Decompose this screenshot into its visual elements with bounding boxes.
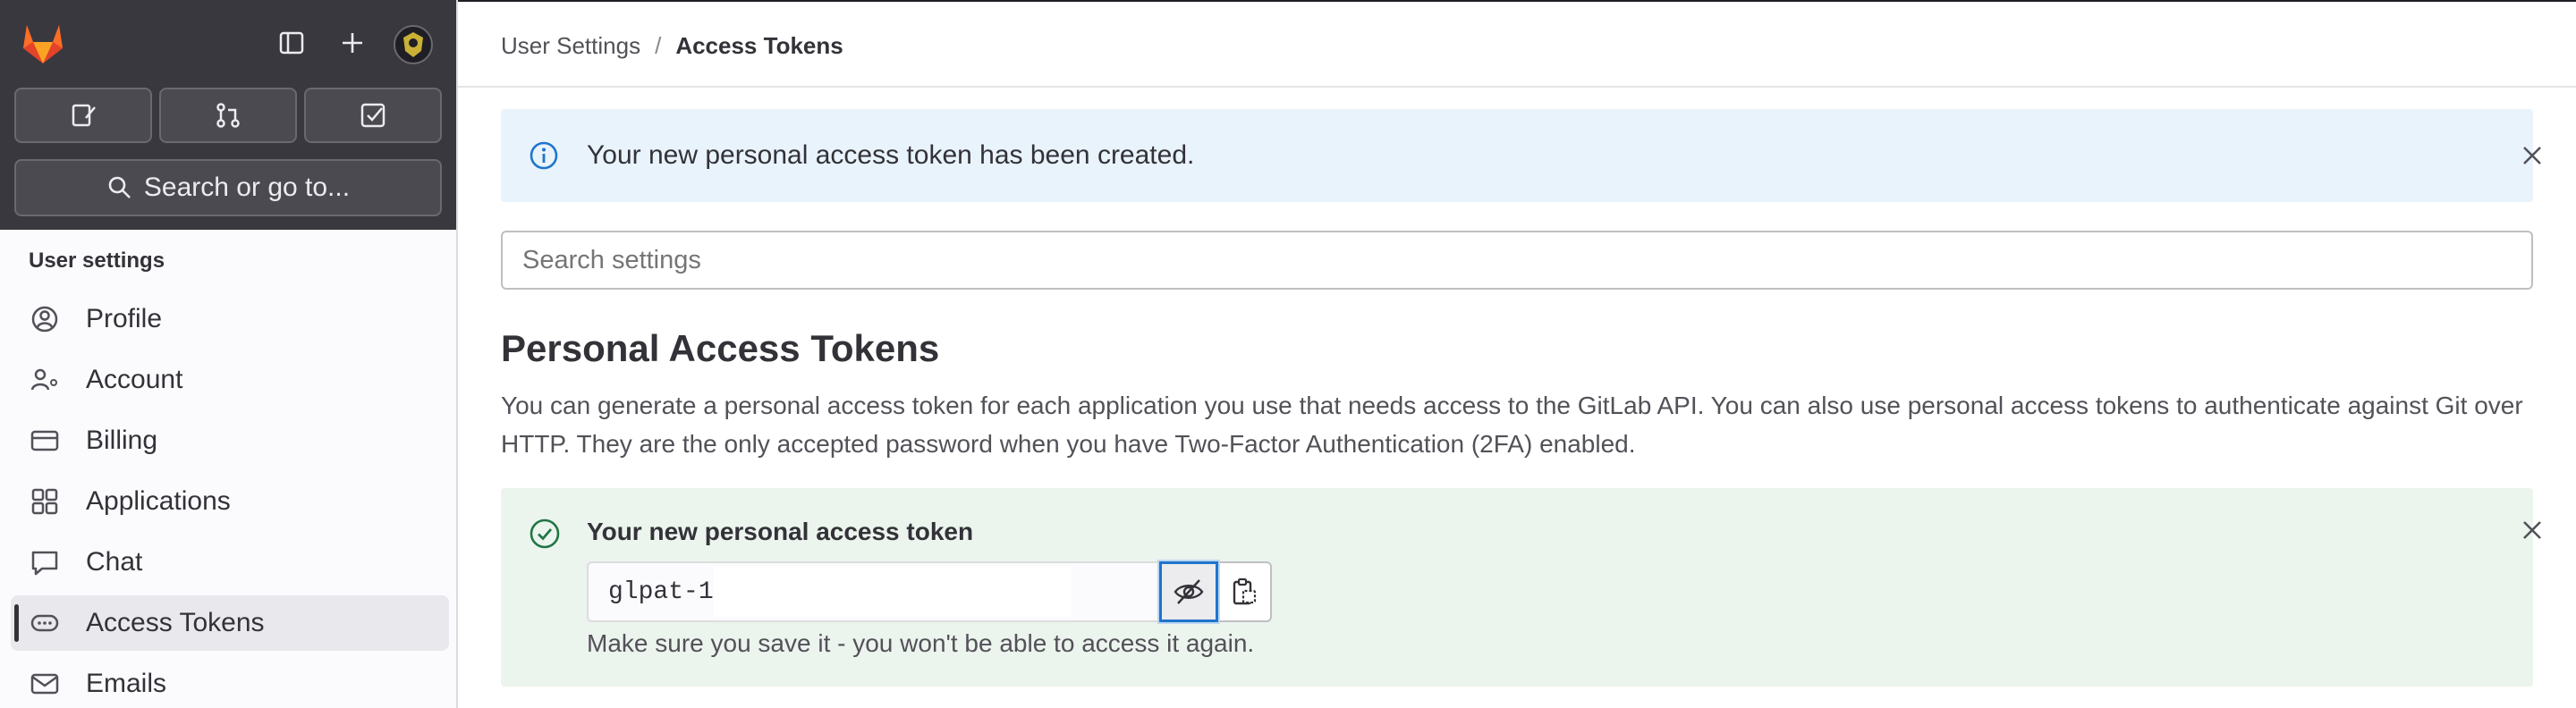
sidebar-item-billing[interactable]: Billing (11, 413, 449, 468)
sidebar-item-access-tokens[interactable]: Access Tokens (11, 595, 449, 651)
sidebar-item-label: Account (86, 365, 183, 394)
search-settings-input[interactable] (501, 231, 2533, 290)
billing-icon (27, 423, 63, 459)
breadcrumb-separator: / (655, 32, 662, 59)
clipboard-icon (1233, 577, 1257, 605)
breadcrumb-user-settings[interactable]: User Settings (501, 32, 640, 60)
token-value: glpat-1 (608, 577, 714, 606)
breadcrumb: User Settings / Access Tokens (501, 32, 843, 60)
new-token-title: Your new personal access token (587, 518, 974, 545)
sidebar-item-emails[interactable]: Emails (11, 656, 449, 708)
page-title: Personal Access Tokens (501, 327, 940, 369)
check-circle-icon (530, 518, 560, 549)
token-helper-text: Make sure you save it - you won't be abl… (587, 629, 1255, 657)
sidebar-item-label: Emails (86, 669, 167, 698)
copy-token-button[interactable] (1218, 561, 1272, 622)
todo-check-icon (360, 103, 386, 128)
plus-icon[interactable] (335, 25, 370, 61)
dismiss-token-alert-close-icon[interactable] (2517, 515, 2547, 545)
left-sidebar: Search or go to... User settings Profile… (0, 0, 458, 708)
sidebar-item-chat[interactable]: Chat (11, 535, 449, 590)
account-icon (27, 362, 63, 398)
gitlab-logo-icon[interactable] (18, 18, 68, 68)
page-description: You can generate a personal access token… (501, 392, 2523, 458)
issues-icon (72, 104, 96, 127)
sidebar-item-label: Access Tokens (86, 608, 265, 637)
breadcrumb-current[interactable]: Access Tokens (675, 32, 843, 60)
active-indicator (14, 604, 19, 642)
search-button-label: Search or go to... (143, 173, 351, 202)
sidebar-item-label: Profile (86, 304, 163, 333)
info-icon (530, 141, 558, 170)
sidebar-item-label: Chat (86, 547, 143, 577)
token-redaction (714, 567, 1072, 617)
sidebar-item-label: Applications (86, 486, 231, 516)
merge-request-icon (216, 103, 240, 128)
alert-message: Your new personal access token has been … (587, 140, 1195, 170)
merge-requests-button[interactable] (159, 88, 297, 143)
top-bar: User Settings / Access Tokens (458, 0, 2576, 88)
mail-icon (27, 666, 63, 702)
toggle-visibility-button[interactable] (1159, 561, 1218, 622)
main-content: User Settings / Access Tokens Your new p… (458, 0, 2576, 708)
applications-icon (27, 484, 63, 519)
sidebar-toggle-icon[interactable] (274, 25, 309, 61)
eye-slash-icon (1174, 579, 1204, 604)
user-avatar[interactable] (394, 25, 433, 64)
profile-icon (27, 301, 63, 337)
dismiss-alert-close-icon[interactable] (2517, 140, 2547, 171)
sidebar-section-heading: User settings (29, 249, 165, 273)
search-icon (108, 176, 131, 198)
token-value-field[interactable]: glpat-1 (587, 561, 1159, 622)
token-field-group: glpat-1 (587, 561, 1272, 622)
new-token-alert: Your new personal access token glpat-1 M… (501, 488, 2541, 687)
sidebar-header: Search or go to... (0, 0, 456, 230)
sidebar-item-applications[interactable]: Applications (11, 474, 449, 529)
chat-icon (27, 544, 63, 580)
sidebar-item-account[interactable]: Account (11, 352, 449, 408)
sidebar-item-profile[interactable]: Profile (11, 291, 449, 347)
issues-button[interactable] (14, 88, 152, 143)
sidebar-item-label: Billing (86, 426, 158, 455)
token-icon (27, 605, 63, 641)
search-or-go-to-button[interactable]: Search or go to... (14, 159, 442, 216)
token-created-alert: Your new personal access token has been … (501, 109, 2541, 202)
todos-button[interactable] (304, 88, 442, 143)
